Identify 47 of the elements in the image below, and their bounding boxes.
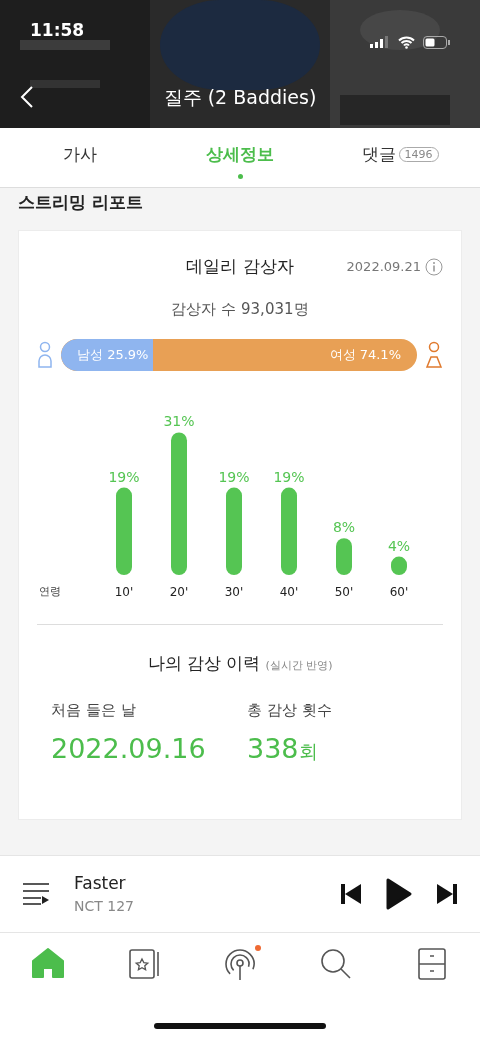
back-icon[interactable]	[20, 85, 34, 109]
age-label: 20'	[169, 585, 189, 599]
status-time: 11:58	[30, 19, 85, 42]
stat-label: 총 감상 횟수	[247, 699, 333, 721]
age-label: 50'	[334, 585, 354, 599]
axis-label: 연령	[39, 585, 61, 598]
age-label: 40'	[279, 585, 299, 599]
song-title: 질주 (2 Baddies)	[163, 84, 317, 110]
value-label: 19%	[273, 468, 305, 485]
section-title: 스트리밍 리포트	[18, 191, 144, 214]
playlist-icon[interactable]	[22, 882, 50, 906]
age-label: 30'	[224, 585, 244, 599]
album-star-icon[interactable]	[127, 947, 161, 981]
info-icon[interactable]	[425, 258, 443, 276]
listener-count: 감상자 수 93,031명	[171, 300, 309, 318]
male-ratio: 남성 25.9%	[77, 346, 149, 365]
age-label: 10'	[114, 585, 134, 599]
drawer-icon[interactable]	[415, 947, 449, 981]
battery-icon	[423, 35, 450, 49]
card-title: 데일리 감상자	[186, 255, 294, 279]
value-label: 19%	[108, 468, 140, 485]
stat-value: 338회	[247, 732, 319, 766]
female-ratio: 여성 74.1%	[329, 346, 401, 365]
previous-icon[interactable]	[340, 882, 362, 906]
signal-icon	[370, 36, 390, 48]
next-icon[interactable]	[436, 882, 458, 906]
artist-name: NCT 127	[74, 897, 135, 917]
broadcast-icon[interactable]	[223, 947, 257, 981]
age-label: 60'	[389, 585, 409, 599]
realtime-note: (실시간 반영)	[265, 659, 333, 672]
wifi-icon	[398, 35, 415, 49]
value-label: 8%	[332, 519, 356, 536]
date-label: 2022.09.21	[346, 258, 421, 277]
female-person-icon	[425, 341, 443, 369]
value-label: 4%	[387, 537, 411, 554]
stat-label: 처음 들은 날	[51, 699, 137, 721]
play-icon[interactable]	[386, 878, 412, 910]
male-person-icon	[37, 341, 53, 369]
value-label: 31%	[163, 413, 195, 430]
track-title[interactable]: Faster	[74, 870, 340, 897]
age-bar	[336, 538, 352, 575]
stat-value: 2022.09.16	[51, 732, 207, 766]
search-icon[interactable]	[319, 947, 353, 981]
tab[interactable]: 가사	[0, 128, 160, 187]
value-label: 19%	[218, 468, 250, 485]
age-bar	[391, 556, 407, 575]
history-title: 나의 감상 이력	[147, 653, 261, 673]
